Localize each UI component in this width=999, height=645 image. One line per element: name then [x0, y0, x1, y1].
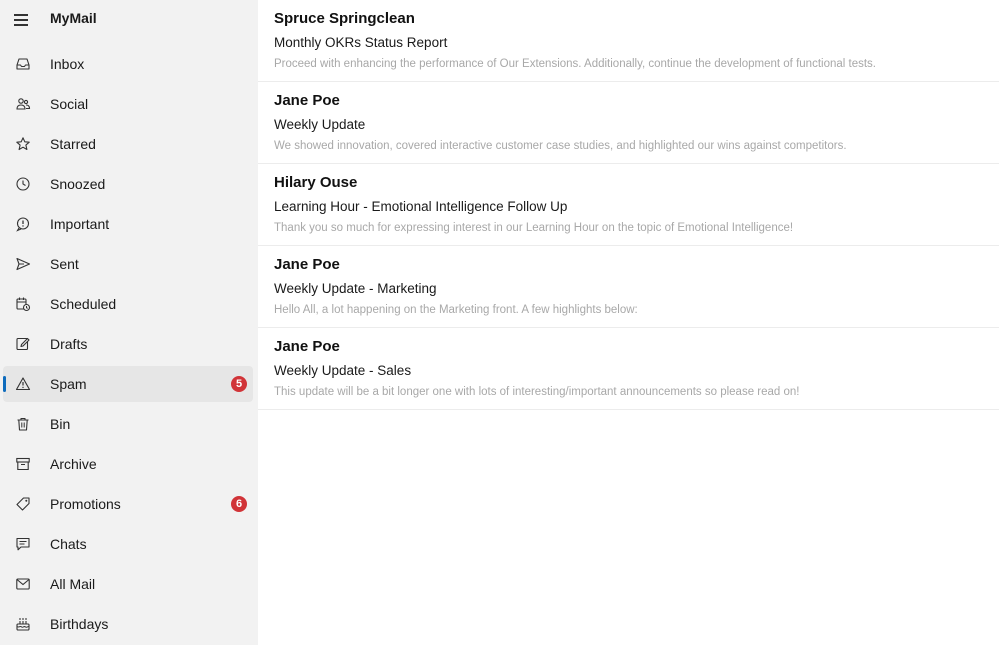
sidebar-item-spam[interactable]: Spam 5	[3, 366, 253, 402]
sidebar-item-starred[interactable]: Starred	[3, 126, 253, 162]
sidebar-item-label: Social	[50, 96, 89, 112]
sidebar-item-label: Snoozed	[50, 176, 106, 192]
mail-list-item[interactable]: Jane Poe Weekly Update We showed innovatio…	[258, 82, 999, 164]
mail-subject: Weekly Update - Marketing	[274, 281, 437, 296]
sidebar-item-scheduled[interactable]: Scheduled	[3, 286, 253, 322]
important-icon	[15, 216, 31, 232]
mail-sender: Hilary Ouse	[274, 174, 358, 191]
unread-count-badge: 5	[231, 376, 247, 392]
mail-subject: Learning Hour - Emotional Intelligence F…	[274, 199, 568, 214]
sidebar-item-label: Birthdays	[50, 616, 109, 632]
sidebar-item-label: Bin	[50, 416, 71, 432]
sidebar-item-promotions[interactable]: Promotions 6	[3, 486, 253, 522]
sidebar-header: MyMail	[0, 0, 258, 40]
sidebar-item-sent[interactable]: Sent	[3, 246, 253, 282]
tag-icon	[15, 496, 31, 512]
sidebar-item-archive[interactable]: Archive	[3, 446, 253, 482]
mail-list-item[interactable]: Hilary Ouse Learning Hour - Emotional Int…	[258, 164, 999, 246]
sidebar: MyMail Inbox Social Starred Snoozed Importan…	[0, 0, 258, 645]
sidebar-item-label: Drafts	[50, 336, 88, 352]
mail-subject: Weekly Update	[274, 117, 366, 132]
sidebar-item-label: Inbox	[50, 56, 85, 72]
mail-preview: Hello All, a lot happening on the Market…	[274, 304, 638, 316]
sidebar-item-inbox[interactable]: Inbox	[3, 46, 253, 82]
mail-list: Spruce Springclean Monthly OKRs Status Re…	[258, 0, 999, 645]
people-icon	[15, 96, 31, 112]
sidebar-item-label: Promotions	[50, 496, 121, 512]
mail-icon	[15, 576, 31, 592]
clock-icon	[15, 176, 31, 192]
pencil-icon	[15, 336, 31, 352]
star-icon	[15, 136, 31, 152]
active-indicator	[3, 376, 6, 392]
sidebar-item-label: Scheduled	[50, 296, 117, 312]
cake-icon	[15, 616, 31, 632]
mail-preview: We showed innovation, covered interactiv…	[274, 140, 847, 152]
mail-sender: Spruce Springclean	[274, 10, 415, 27]
trash-icon	[15, 416, 31, 432]
sidebar-item-all-mail[interactable]: All Mail	[3, 566, 253, 602]
sidebar-item-important[interactable]: Important	[3, 206, 253, 242]
mail-list-item[interactable]: Jane Poe Weekly Update - Marketing Hello A…	[258, 246, 999, 328]
mail-sender: Jane Poe	[274, 338, 340, 355]
unread-count-badge: 6	[231, 496, 247, 512]
chat-icon	[15, 536, 31, 552]
sidebar-item-label: All Mail	[50, 576, 96, 592]
app-title: MyMail	[50, 10, 97, 26]
mail-subject: Monthly OKRs Status Report	[274, 35, 448, 50]
warning-icon	[15, 376, 31, 392]
mail-preview: Proceed with enhancing the performance o…	[274, 58, 876, 70]
inbox-icon	[15, 56, 31, 72]
mail-subject: Weekly Update - Sales	[274, 363, 412, 378]
mail-list-item[interactable]: Jane Poe Weekly Update - Sales This update…	[258, 328, 999, 410]
mail-preview: This update will be a bit longer one wit…	[274, 386, 800, 398]
sidebar-item-birthdays[interactable]: Birthdays	[3, 606, 253, 642]
sidebar-item-drafts[interactable]: Drafts	[3, 326, 253, 362]
sidebar-item-label: Archive	[50, 456, 97, 472]
mail-preview: Thank you so much for expressing interes…	[274, 222, 794, 234]
send-icon	[15, 256, 31, 272]
sidebar-item-label: Spam	[50, 376, 87, 392]
sidebar-item-bin[interactable]: Bin	[3, 406, 253, 442]
sidebar-item-chats[interactable]: Chats	[3, 526, 253, 562]
sidebar-item-label: Sent	[50, 256, 79, 272]
hamburger-menu-icon[interactable]	[14, 12, 30, 26]
sidebar-item-label: Chats	[50, 536, 87, 552]
mail-list-item[interactable]: Spruce Springclean Monthly OKRs Status Re…	[258, 0, 999, 82]
sidebar-item-social[interactable]: Social	[3, 86, 253, 122]
mail-sender: Jane Poe	[274, 256, 340, 273]
mail-sender: Jane Poe	[274, 92, 340, 109]
sidebar-item-label: Important	[50, 216, 110, 232]
calendar-icon	[15, 296, 31, 312]
sidebar-item-snoozed[interactable]: Snoozed	[3, 166, 253, 202]
archive-icon	[15, 456, 31, 472]
sidebar-item-label: Starred	[50, 136, 96, 152]
